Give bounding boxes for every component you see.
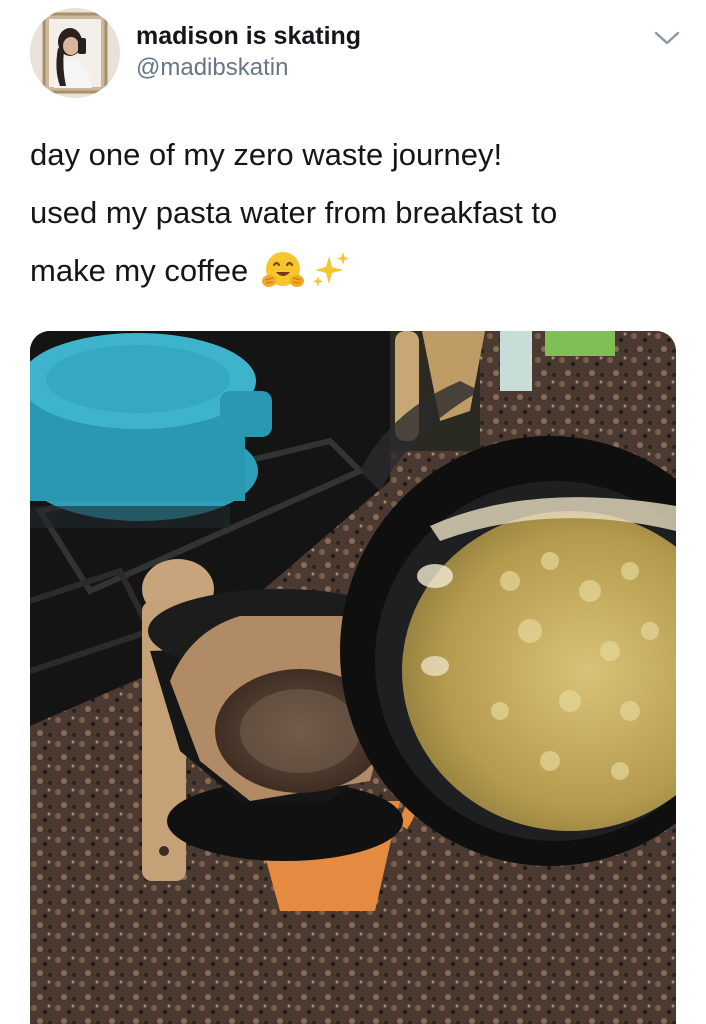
tweet-card: madison is skating @madibskatin day one … (0, 0, 706, 1024)
user-handle[interactable]: @madibskatin (136, 53, 361, 83)
sparkles-icon (309, 250, 353, 290)
tweet-photo[interactable] (30, 331, 676, 1024)
tweet-text-segment: make my coffee (30, 253, 249, 288)
display-name[interactable]: madison is skating (136, 20, 361, 52)
author-info[interactable]: madison is skating @madibskatin (136, 20, 361, 83)
tweet-text-line: used my pasta water from breakfast to (30, 195, 558, 230)
tweet-text-line: day one of my zero waste journey! (30, 137, 503, 172)
hugging-face-icon (261, 250, 305, 290)
tweet-text-line-with-emoji: make my coffee (30, 242, 690, 300)
avatar[interactable] (30, 8, 120, 98)
tweet-text: day one of my zero waste journey! used m… (30, 126, 690, 300)
chevron-down-icon[interactable] (654, 28, 680, 48)
